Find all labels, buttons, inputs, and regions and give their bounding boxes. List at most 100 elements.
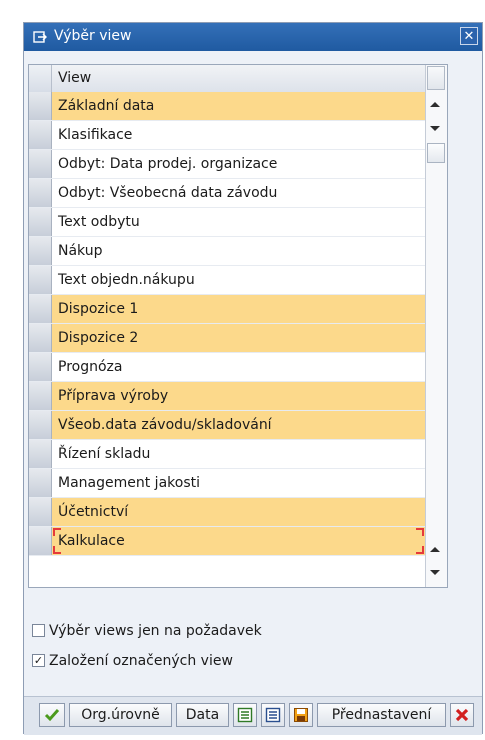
title-bar: Výběr view ✕ xyxy=(24,23,482,51)
dialog-title: Výběr view xyxy=(54,28,132,44)
row-cell[interactable]: Text objedn.nákupu xyxy=(52,266,425,294)
row-selector[interactable] xyxy=(29,92,52,120)
row-selector[interactable] xyxy=(29,353,52,381)
views-on-demand-checkbox[interactable] xyxy=(32,624,45,637)
column-header-view[interactable]: View xyxy=(58,70,91,86)
select-all-button[interactable] xyxy=(29,65,52,92)
table-row[interactable]: Text odbytu xyxy=(29,208,425,237)
views-on-demand-label: Výběr views jen na požadavek xyxy=(49,623,262,639)
close-icon: ✕ xyxy=(463,29,475,44)
close-button[interactable]: ✕ xyxy=(460,27,478,45)
data-button[interactable]: Data xyxy=(176,703,229,727)
row-selector[interactable] xyxy=(29,527,52,555)
focus-marker xyxy=(53,546,61,554)
scroll-corner-button[interactable] xyxy=(427,66,445,90)
deselect-all-views-button[interactable] xyxy=(261,703,285,727)
table-row[interactable]: Dispozice 1 xyxy=(29,295,425,324)
table-row[interactable]: Nákup xyxy=(29,237,425,266)
row-label: Odbyt: Data prodej. organizace xyxy=(58,156,278,172)
row-cell[interactable]: Management jakosti xyxy=(52,469,425,497)
row-label: Základní data xyxy=(58,98,155,114)
table-row[interactable]: Kalkulace xyxy=(29,527,425,556)
row-label: Odbyt: Všeobecná data závodu xyxy=(58,185,278,201)
window-icon xyxy=(33,29,47,43)
save-icon xyxy=(294,708,308,722)
vertical-scrollbar[interactable] xyxy=(425,65,447,587)
table-row[interactable]: Dispozice 2 xyxy=(29,324,425,353)
create-selected-label: Založení označených view xyxy=(49,653,233,669)
scroll-page-up-icon[interactable] xyxy=(430,547,440,552)
row-selector[interactable] xyxy=(29,121,52,149)
row-cell[interactable]: Příprava výroby xyxy=(52,382,425,410)
create-selected-checkbox[interactable]: ✓ xyxy=(32,654,45,667)
row-cell[interactable]: Řízení skladu xyxy=(52,440,425,468)
focus-marker xyxy=(53,528,61,536)
row-label: Všeob.data závodu/skladování xyxy=(58,417,272,433)
row-label: Text objedn.nákupu xyxy=(58,272,195,288)
table-row[interactable]: Příprava výroby xyxy=(29,382,425,411)
checkmark-icon xyxy=(44,709,60,722)
table-row[interactable]: Řízení skladu xyxy=(29,440,425,469)
row-selector[interactable] xyxy=(29,179,52,207)
table-row[interactable]: Všeob.data závodu/skladování xyxy=(29,411,425,440)
row-selector[interactable] xyxy=(29,382,52,410)
cancel-icon xyxy=(455,708,469,722)
table-row[interactable]: Odbyt: Všeobecná data závodu xyxy=(29,179,425,208)
row-selector[interactable] xyxy=(29,411,52,439)
row-selector[interactable] xyxy=(29,469,52,497)
row-selector[interactable] xyxy=(29,498,52,526)
row-selector[interactable] xyxy=(29,266,52,294)
table-header: View xyxy=(29,65,425,93)
row-cell[interactable]: Klasifikace xyxy=(52,121,425,149)
row-cell[interactable]: Text odbytu xyxy=(52,208,425,236)
row-cell[interactable]: Nákup xyxy=(52,237,425,265)
org-levels-button[interactable]: Org.úrovně xyxy=(69,703,172,727)
row-cell[interactable]: Odbyt: Data prodej. organizace xyxy=(52,150,425,178)
row-label: Řízení skladu xyxy=(58,446,151,462)
table-row[interactable]: Odbyt: Data prodej. organizace xyxy=(29,150,425,179)
table-row[interactable]: Účetnictví xyxy=(29,498,425,527)
row-label: Management jakosti xyxy=(58,475,200,491)
row-label: Účetnictví xyxy=(58,504,129,520)
select-all-views-button[interactable] xyxy=(233,703,257,727)
row-selector[interactable] xyxy=(29,295,52,323)
focus-marker xyxy=(416,546,424,554)
scroll-thumb[interactable] xyxy=(427,143,445,163)
confirm-button[interactable] xyxy=(39,703,65,727)
table-row[interactable]: Management jakosti xyxy=(29,469,425,498)
scroll-down-icon[interactable] xyxy=(430,126,440,131)
row-label: Dispozice 2 xyxy=(58,330,139,346)
row-cell[interactable]: Dispozice 1 xyxy=(52,295,425,323)
row-label: Kalkulace xyxy=(58,533,125,549)
row-label: Text odbytu xyxy=(58,214,140,230)
row-cell[interactable]: Odbyt: Všeobecná data závodu xyxy=(52,179,425,207)
row-selector[interactable] xyxy=(29,237,52,265)
cancel-button[interactable] xyxy=(450,703,474,727)
row-cell[interactable]: Základní data xyxy=(52,92,425,120)
table-row[interactable]: Text objedn.nákupu xyxy=(29,266,425,295)
row-cell[interactable]: Účetnictví xyxy=(52,498,425,526)
row-label: Klasifikace xyxy=(58,127,133,143)
save-button[interactable] xyxy=(289,703,313,727)
deselect-all-icon xyxy=(265,707,281,723)
default-values-button[interactable]: Přednastavení xyxy=(317,703,446,727)
table-row[interactable]: Prognóza xyxy=(29,353,425,382)
row-cell[interactable]: Prognóza xyxy=(52,353,425,381)
row-selector[interactable] xyxy=(29,208,52,236)
scroll-page-down-icon[interactable] xyxy=(430,570,440,575)
table-row[interactable]: Základní data xyxy=(29,92,425,121)
row-label: Příprava výroby xyxy=(58,388,169,404)
row-label: Prognóza xyxy=(58,359,123,375)
focus-marker xyxy=(416,528,424,536)
row-selector[interactable] xyxy=(29,150,52,178)
row-cell[interactable]: Dispozice 2 xyxy=(52,324,425,352)
row-selector[interactable] xyxy=(29,440,52,468)
row-cell[interactable]: Kalkulace xyxy=(52,527,425,555)
view-selection-dialog: Výběr view ✕ View Základní data Klasifika… xyxy=(23,22,483,735)
table-row[interactable]: Klasifikace xyxy=(29,121,425,150)
row-label: Nákup xyxy=(58,243,103,259)
row-cell[interactable]: Všeob.data závodu/skladování xyxy=(52,411,425,439)
row-selector[interactable] xyxy=(29,324,52,352)
button-bar: Org.úrovně Data Přednastavení xyxy=(24,696,482,735)
scroll-up-icon[interactable] xyxy=(430,102,440,107)
